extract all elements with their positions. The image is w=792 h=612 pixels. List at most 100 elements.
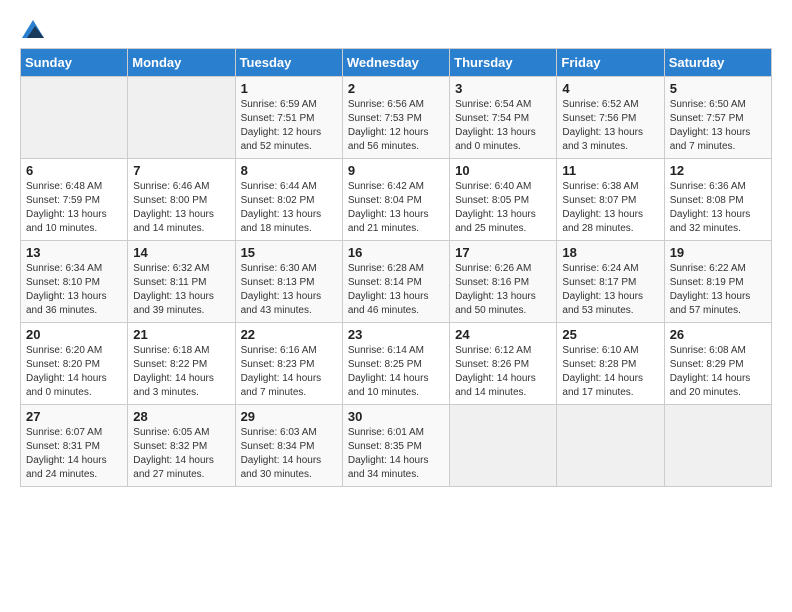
day-number: 28 [133,409,229,424]
calendar-cell: 16 Sunrise: 6:28 AM Sunset: 8:14 PM Dayli… [342,241,449,323]
day-number: 22 [241,327,337,342]
day-detail: Sunrise: 6:42 AM Sunset: 8:04 PM Dayligh… [348,180,444,236]
calendar-cell: 24 Sunrise: 6:12 AM Sunset: 8:26 PM Dayli… [450,323,557,405]
day-number: 8 [241,163,337,178]
day-detail: Sunrise: 6:54 AM Sunset: 7:54 PM Dayligh… [455,98,551,154]
calendar-cell: 25 Sunrise: 6:10 AM Sunset: 8:28 PM Dayli… [557,323,664,405]
calendar-cell: 10 Sunrise: 6:40 AM Sunset: 8:05 PM Dayli… [450,159,557,241]
day-number: 25 [562,327,658,342]
calendar-cell [128,77,235,159]
day-detail: Sunrise: 6:56 AM Sunset: 7:53 PM Dayligh… [348,98,444,154]
day-number: 24 [455,327,551,342]
day-header-tuesday: Tuesday [235,49,342,77]
calendar-cell: 17 Sunrise: 6:26 AM Sunset: 8:16 PM Dayli… [450,241,557,323]
day-detail: Sunrise: 6:30 AM Sunset: 8:13 PM Dayligh… [241,262,337,318]
calendar-cell: 20Sunrise: 6:20 AM Sunset: 8:20 PM Dayli… [21,323,128,405]
day-detail: Sunrise: 6:03 AM Sunset: 8:34 PM Dayligh… [241,426,337,482]
day-detail: Sunrise: 6:10 AM Sunset: 8:28 PM Dayligh… [562,344,658,400]
day-detail: Sunrise: 6:48 AM Sunset: 7:59 PM Dayligh… [26,180,122,236]
day-number: 16 [348,245,444,260]
logo [20,20,44,38]
calendar-cell: 7 Sunrise: 6:46 AM Sunset: 8:00 PM Daylig… [128,159,235,241]
day-header-saturday: Saturday [664,49,771,77]
day-number: 10 [455,163,551,178]
day-detail: Sunrise: 6:12 AM Sunset: 8:26 PM Dayligh… [455,344,551,400]
calendar-cell: 11 Sunrise: 6:38 AM Sunset: 8:07 PM Dayli… [557,159,664,241]
calendar-cell: 18 Sunrise: 6:24 AM Sunset: 8:17 PM Dayli… [557,241,664,323]
calendar-week-5: 27 Sunrise: 6:07 AM Sunset: 8:31 PM Dayli… [21,405,772,487]
day-number: 26 [670,327,766,342]
calendar-cell: 12 Sunrise: 6:36 AM Sunset: 8:08 PM Dayli… [664,159,771,241]
day-detail: Sunrise: 6:46 AM Sunset: 8:00 PM Dayligh… [133,180,229,236]
day-detail: Sunrise: 6:18 AM Sunset: 8:22 PM Dayligh… [133,344,229,400]
day-number: 3 [455,81,551,96]
day-detail: Sunrise: 6:50 AM Sunset: 7:57 PM Dayligh… [670,98,766,154]
calendar-cell: 23 Sunrise: 6:14 AM Sunset: 8:25 PM Dayli… [342,323,449,405]
day-detail: Sunrise: 6:07 AM Sunset: 8:31 PM Dayligh… [26,426,122,482]
logo-icon [22,20,44,38]
day-number: 4 [562,81,658,96]
day-detail: Sunrise: 6:36 AM Sunset: 8:08 PM Dayligh… [670,180,766,236]
day-number: 21 [133,327,229,342]
calendar-week-1: 1 Sunrise: 6:59 AM Sunset: 7:51 PM Daylig… [21,77,772,159]
calendar-header: SundayMondayTuesdayWednesdayThursdayFrid… [21,49,772,77]
calendar-cell: 9 Sunrise: 6:42 AM Sunset: 8:04 PM Daylig… [342,159,449,241]
day-number: 1 [241,81,337,96]
day-detail: Sunrise: 6:05 AM Sunset: 8:32 PM Dayligh… [133,426,229,482]
day-detail: Sunrise: 6:24 AM Sunset: 8:17 PM Dayligh… [562,262,658,318]
day-detail: Sunrise: 6:16 AM Sunset: 8:23 PM Dayligh… [241,344,337,400]
day-number: 7 [133,163,229,178]
calendar-cell: 27 Sunrise: 6:07 AM Sunset: 8:31 PM Dayli… [21,405,128,487]
day-header-thursday: Thursday [450,49,557,77]
calendar-cell: 29 Sunrise: 6:03 AM Sunset: 8:34 PM Dayli… [235,405,342,487]
calendar-cell: 19 Sunrise: 6:22 AM Sunset: 8:19 PM Dayli… [664,241,771,323]
day-number: 2 [348,81,444,96]
calendar-cell: 8 Sunrise: 6:44 AM Sunset: 8:02 PM Daylig… [235,159,342,241]
day-detail: Sunrise: 6:26 AM Sunset: 8:16 PM Dayligh… [455,262,551,318]
calendar-cell [664,405,771,487]
day-number: 29 [241,409,337,424]
day-number: 23 [348,327,444,342]
day-detail: Sunrise: 6:34 AM Sunset: 8:10 PM Dayligh… [26,262,122,318]
day-number: 11 [562,163,658,178]
calendar-cell [557,405,664,487]
calendar-cell: 22 Sunrise: 6:16 AM Sunset: 8:23 PM Dayli… [235,323,342,405]
day-header-friday: Friday [557,49,664,77]
day-detail: Sunrise: 6:59 AM Sunset: 7:51 PM Dayligh… [241,98,337,154]
day-number: 19 [670,245,766,260]
day-number: 27 [26,409,122,424]
calendar-cell: 14Sunrise: 6:32 AM Sunset: 8:11 PM Dayli… [128,241,235,323]
day-detail: Sunrise: 6:38 AM Sunset: 8:07 PM Dayligh… [562,180,658,236]
day-number: 17 [455,245,551,260]
day-detail: Sunrise: 6:01 AM Sunset: 8:35 PM Dayligh… [348,426,444,482]
day-number: 6 [26,163,122,178]
day-detail: Sunrise: 6:28 AM Sunset: 8:14 PM Dayligh… [348,262,444,318]
day-detail: Sunrise: 6:08 AM Sunset: 8:29 PM Dayligh… [670,344,766,400]
day-header-monday: Monday [128,49,235,77]
day-detail: Sunrise: 6:52 AM Sunset: 7:56 PM Dayligh… [562,98,658,154]
calendar-cell [450,405,557,487]
day-number: 12 [670,163,766,178]
day-detail: Sunrise: 6:14 AM Sunset: 8:25 PM Dayligh… [348,344,444,400]
day-detail: Sunrise: 6:20 AM Sunset: 8:20 PM Dayligh… [26,344,122,400]
day-detail: Sunrise: 6:32 AM Sunset: 8:11 PM Dayligh… [133,262,229,318]
calendar-cell: 3 Sunrise: 6:54 AM Sunset: 7:54 PM Daylig… [450,77,557,159]
calendar-cell: 15Sunrise: 6:30 AM Sunset: 8:13 PM Dayli… [235,241,342,323]
day-number: 13 [26,245,122,260]
calendar-cell: 21 Sunrise: 6:18 AM Sunset: 8:22 PM Dayli… [128,323,235,405]
calendar-cell: 30Sunrise: 6:01 AM Sunset: 8:35 PM Dayli… [342,405,449,487]
calendar-week-4: 20Sunrise: 6:20 AM Sunset: 8:20 PM Dayli… [21,323,772,405]
day-number: 5 [670,81,766,96]
calendar-cell: 13 Sunrise: 6:34 AM Sunset: 8:10 PM Dayli… [21,241,128,323]
page-header [20,20,772,38]
day-detail: Sunrise: 6:40 AM Sunset: 8:05 PM Dayligh… [455,180,551,236]
calendar-cell: 6 Sunrise: 6:48 AM Sunset: 7:59 PM Daylig… [21,159,128,241]
calendar-table: SundayMondayTuesdayWednesdayThursdayFrid… [20,48,772,487]
day-detail: Sunrise: 6:22 AM Sunset: 8:19 PM Dayligh… [670,262,766,318]
day-number: 9 [348,163,444,178]
calendar-cell: 2 Sunrise: 6:56 AM Sunset: 7:53 PM Daylig… [342,77,449,159]
day-number: 18 [562,245,658,260]
calendar-cell: 4 Sunrise: 6:52 AM Sunset: 7:56 PM Daylig… [557,77,664,159]
day-detail: Sunrise: 6:44 AM Sunset: 8:02 PM Dayligh… [241,180,337,236]
calendar-cell: 26 Sunrise: 6:08 AM Sunset: 8:29 PM Dayli… [664,323,771,405]
